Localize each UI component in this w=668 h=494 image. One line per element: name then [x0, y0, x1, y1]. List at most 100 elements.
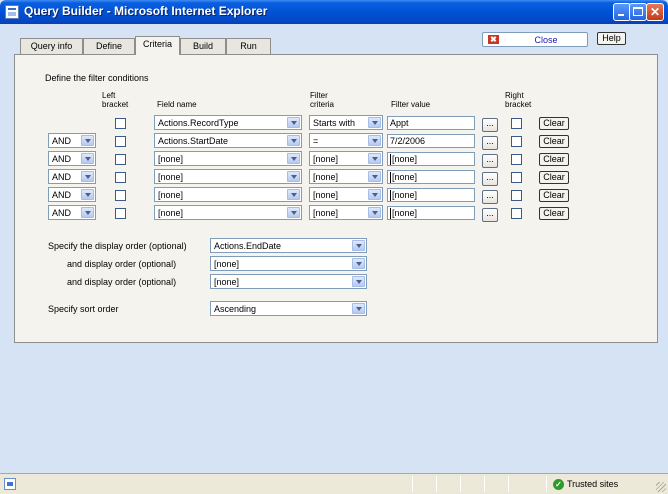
tab-define[interactable]: Define: [83, 38, 135, 54]
field-name-select[interactable]: [none]: [154, 187, 302, 202]
filter-criteria-select[interactable]: Starts with: [309, 115, 383, 130]
connector-select[interactable]: AND: [48, 133, 96, 148]
trusted-sites-icon: ✓: [553, 479, 564, 490]
left-bracket-checkbox[interactable]: [115, 136, 126, 147]
display-order-label: Specify the display order (optional): [48, 241, 187, 251]
right-bracket-checkbox[interactable]: [511, 208, 522, 219]
field-name-select[interactable]: [none]: [154, 169, 302, 184]
left-bracket-checkbox[interactable]: [115, 172, 126, 183]
close-icon: ✕: [649, 5, 661, 19]
left-bracket-checkbox[interactable]: [115, 118, 126, 129]
status-bar: ✓ Trusted sites: [0, 473, 668, 494]
chevron-down-icon: [81, 189, 94, 200]
connector-select[interactable]: AND: [48, 187, 96, 202]
filter-value-input[interactable]: [none]: [387, 152, 475, 166]
filter-criteria-select[interactable]: =: [309, 133, 383, 148]
browse-button[interactable]: ...: [482, 154, 498, 168]
sort-order-label: Specify sort order: [48, 304, 119, 314]
filter-criteria-select[interactable]: [none]: [309, 187, 383, 202]
tab-build[interactable]: Build: [180, 38, 226, 54]
tab-query-info[interactable]: Query info: [20, 38, 83, 54]
filter-value-input[interactable]: Appt: [387, 116, 475, 130]
header-right-bracket: Right bracket: [505, 91, 532, 109]
chevron-down-icon: [287, 189, 300, 200]
display-order-2-label: and display order (optional): [67, 259, 177, 269]
chevron-down-icon: [81, 135, 94, 146]
security-zone-text: Trusted sites: [567, 479, 619, 489]
left-bracket-checkbox[interactable]: [115, 190, 126, 201]
criteria-panel: Define the filter conditions Left bracke…: [14, 54, 658, 343]
connector-select[interactable]: AND: [48, 169, 96, 184]
chevron-down-icon: [81, 207, 94, 218]
display-order-2-select[interactable]: [none]: [210, 256, 367, 271]
filter-criteria-select[interactable]: [none]: [309, 169, 383, 184]
clear-button[interactable]: Clear: [539, 117, 569, 130]
connector-select[interactable]: AND: [48, 205, 96, 220]
filter-value-input[interactable]: 7/2/2006: [387, 134, 475, 148]
status-divider: [546, 476, 547, 492]
right-bracket-checkbox[interactable]: [511, 190, 522, 201]
clear-button[interactable]: Clear: [539, 171, 569, 184]
left-bracket-checkbox[interactable]: [115, 154, 126, 165]
page-content: Query info Define Criteria Build Run ✖ C…: [4, 24, 664, 473]
chevron-down-icon: [352, 258, 365, 269]
right-bracket-checkbox[interactable]: [511, 118, 522, 129]
chevron-down-icon: [287, 171, 300, 182]
browse-button[interactable]: ...: [482, 190, 498, 204]
chevron-down-icon: [352, 276, 365, 287]
field-name-select[interactable]: [none]: [154, 205, 302, 220]
tab-run[interactable]: Run: [226, 38, 271, 54]
close-button[interactable]: ✖ Close: [482, 32, 588, 47]
right-bracket-checkbox[interactable]: [511, 136, 522, 147]
right-bracket-checkbox[interactable]: [511, 172, 522, 183]
maximize-icon: [633, 7, 643, 16]
sort-order-select[interactable]: Ascending: [210, 301, 367, 316]
header-field-name: Field name: [157, 100, 197, 109]
left-bracket-checkbox[interactable]: [115, 208, 126, 219]
resize-grip[interactable]: [656, 482, 666, 492]
filter-value-input[interactable]: [none]: [387, 206, 475, 220]
filter-value-input[interactable]: [none]: [387, 188, 475, 202]
field-name-select[interactable]: Actions.RecordType: [154, 115, 302, 130]
window-title: Query Builder - Microsoft Internet Explo…: [24, 4, 268, 18]
tab-criteria[interactable]: Criteria: [135, 36, 180, 55]
filter-criteria-select[interactable]: [none]: [309, 205, 383, 220]
filter-criteria-select[interactable]: [none]: [309, 151, 383, 166]
field-name-select[interactable]: Actions.StartDate: [154, 133, 302, 148]
help-button[interactable]: Help: [597, 32, 626, 45]
clear-button[interactable]: Clear: [539, 207, 569, 220]
browse-button[interactable]: ...: [482, 208, 498, 222]
title-bar: Query Builder - Microsoft Internet Explo…: [0, 0, 668, 24]
ie-page-icon: [5, 5, 19, 19]
maximize-button[interactable]: [629, 3, 647, 21]
browse-button[interactable]: ...: [482, 136, 498, 150]
header-filter-value: Filter value: [391, 100, 431, 109]
field-name-select[interactable]: [none]: [154, 151, 302, 166]
status-divider: [460, 476, 461, 492]
connector-select[interactable]: AND: [48, 151, 96, 166]
display-order-3-select[interactable]: [none]: [210, 274, 367, 289]
close-button-label: Close: [534, 35, 558, 45]
display-order-select[interactable]: Actions.EndDate: [210, 238, 367, 253]
chevron-down-icon: [81, 153, 94, 164]
page-status-icon: [4, 478, 16, 490]
clear-button[interactable]: Clear: [539, 135, 569, 148]
minimize-icon: [618, 14, 624, 16]
section-title: Define the filter conditions: [45, 73, 149, 83]
clear-button[interactable]: Clear: [539, 189, 569, 202]
close-window-button[interactable]: ✕: [646, 3, 664, 21]
filter-value-input[interactable]: [none]: [387, 170, 475, 184]
chevron-down-icon: [287, 135, 300, 146]
right-bracket-checkbox[interactable]: [511, 154, 522, 165]
display-order-3-label: and display order (optional): [67, 277, 177, 287]
chevron-down-icon: [368, 207, 381, 218]
browse-button[interactable]: ...: [482, 172, 498, 186]
browse-button[interactable]: ...: [482, 118, 498, 132]
chevron-down-icon: [287, 207, 300, 218]
chevron-down-icon: [368, 153, 381, 164]
clear-button[interactable]: Clear: [539, 153, 569, 166]
chevron-down-icon: [287, 117, 300, 128]
status-divider: [484, 476, 485, 492]
chevron-down-icon: [81, 171, 94, 182]
chevron-down-icon: [368, 189, 381, 200]
